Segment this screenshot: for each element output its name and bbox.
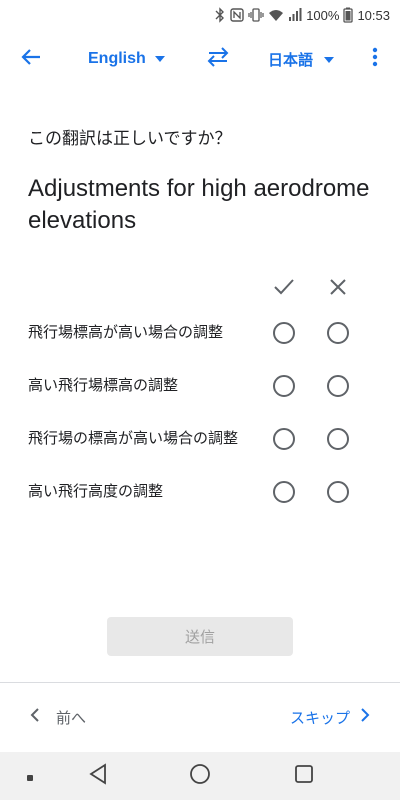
dropdown-icon [154, 50, 166, 68]
source-phrase: Adjustments for high aerodrome elevation… [28, 175, 370, 234]
mark-incorrect-radio[interactable] [327, 322, 349, 344]
dropdown-icon [323, 50, 335, 68]
previous-label: 前へ [56, 708, 87, 727]
target-language-selector[interactable]: 日本語 [268, 46, 335, 72]
clock: 10:53 [357, 7, 390, 23]
battery-icon [343, 7, 354, 23]
target-language-label: 日本語 [268, 50, 314, 69]
correct-column-header [272, 277, 296, 301]
bluetooth-icon [214, 7, 226, 23]
back-triangle-icon [88, 763, 108, 789]
option-label: 高い飛行場標高の調整 [28, 376, 179, 394]
nav-back-button[interactable] [86, 763, 110, 789]
system-navigation-bar [0, 752, 400, 800]
check-icon [273, 278, 295, 300]
mark-correct-radio[interactable] [273, 428, 295, 450]
recents-dot-icon [26, 767, 34, 786]
battery-percent: 100% [306, 7, 340, 23]
more-options-button[interactable] [365, 44, 385, 74]
translation-option: 高い飛行高度の調整 [0, 481, 400, 521]
status-bar: 100% 10:53 [0, 0, 400, 30]
vibrate-icon [248, 8, 264, 22]
nav-overview-button[interactable] [292, 764, 316, 788]
skip-label: スキップ [289, 708, 350, 727]
mark-correct-radio[interactable] [273, 375, 295, 397]
overview-square-icon [294, 764, 314, 788]
mark-incorrect-radio[interactable] [327, 481, 349, 503]
back-button[interactable] [16, 44, 46, 74]
option-label: 高い飛行高度の調整 [28, 482, 164, 500]
submit-button[interactable]: 送信 [107, 617, 293, 656]
incorrect-column-header [326, 277, 350, 301]
skip-button[interactable]: スキップ [290, 704, 370, 730]
mark-correct-radio[interactable] [273, 322, 295, 344]
home-circle-icon [189, 763, 211, 789]
nfc-icon [230, 8, 244, 22]
app-toolbar: English 日本語 [0, 30, 400, 86]
chevron-left-icon [30, 707, 40, 727]
translation-option: 飛行場の標高が高い場合の調整 [0, 428, 400, 468]
source-language-selector[interactable]: English [88, 46, 166, 72]
mark-incorrect-radio[interactable] [327, 375, 349, 397]
translation-option: 飛行場標高が高い場合の調整 [0, 322, 400, 362]
swap-languages-button[interactable] [203, 44, 233, 74]
translation-option: 高い飛行場標高の調整 [0, 375, 400, 415]
footer-divider [0, 682, 400, 683]
recents-dot-button[interactable] [18, 764, 42, 788]
signal-icon [288, 8, 302, 22]
chevron-right-icon [360, 707, 370, 727]
close-icon [329, 278, 347, 300]
previous-button[interactable]: 前へ [30, 704, 86, 730]
swap-icon [205, 46, 231, 72]
source-language-label: English [88, 50, 146, 67]
mark-correct-radio[interactable] [273, 481, 295, 503]
review-question: この翻訳は正しいですか？ [28, 129, 232, 149]
mark-incorrect-radio[interactable] [327, 428, 349, 450]
option-label: 飛行場標高が高い場合の調整 [28, 323, 224, 341]
nav-home-button[interactable] [188, 764, 212, 788]
back-arrow-icon [20, 46, 42, 72]
more-vert-icon [372, 47, 378, 71]
wifi-icon [268, 8, 284, 22]
option-label: 飛行場の標高が高い場合の調整 [28, 429, 239, 447]
